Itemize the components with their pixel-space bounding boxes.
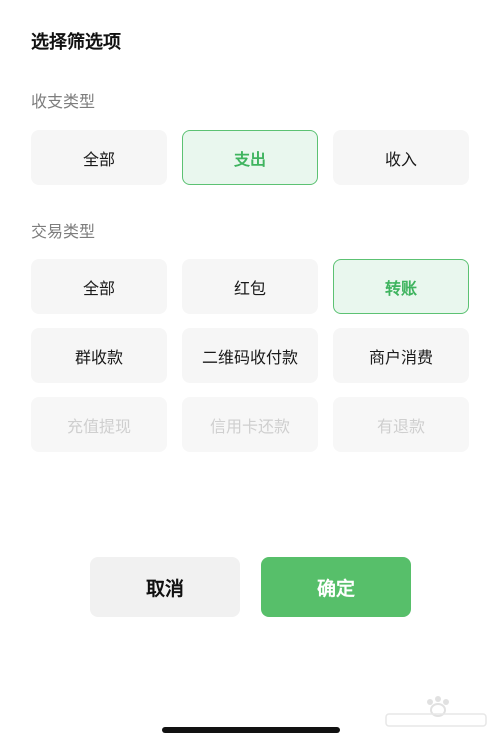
page-title: 选择筛选项 (31, 32, 121, 53)
filter-income-expense-income[interactable]: 收入 (333, 130, 469, 185)
filter-transaction-refund: 有退款 (333, 397, 469, 452)
filter-transaction-group-collect[interactable]: 群收款 (31, 328, 167, 383)
home-indicator (162, 727, 340, 733)
cancel-button[interactable]: 取消 (90, 557, 240, 617)
filter-income-expense-all[interactable]: 全部 (31, 130, 167, 185)
filter-transaction-transfer[interactable]: 转账 (333, 259, 469, 314)
filter-transaction-merchant[interactable]: 商户消费 (333, 328, 469, 383)
filter-transaction-topup-withdraw: 充值提现 (31, 397, 167, 452)
watermark-logo-icon (385, 696, 487, 727)
confirm-button[interactable]: 确定 (261, 557, 411, 617)
filter-transaction-all[interactable]: 全部 (31, 259, 167, 314)
income-expense-label: 收支类型 (31, 92, 96, 111)
filter-transaction-credit-repay: 信用卡还款 (182, 397, 318, 452)
filter-transaction-red-packet[interactable]: 红包 (182, 259, 318, 314)
transaction-type-label: 交易类型 (31, 222, 96, 241)
filter-transaction-qr-payment[interactable]: 二维码收付款 (182, 328, 318, 383)
filter-income-expense-expense[interactable]: 支出 (182, 130, 318, 185)
